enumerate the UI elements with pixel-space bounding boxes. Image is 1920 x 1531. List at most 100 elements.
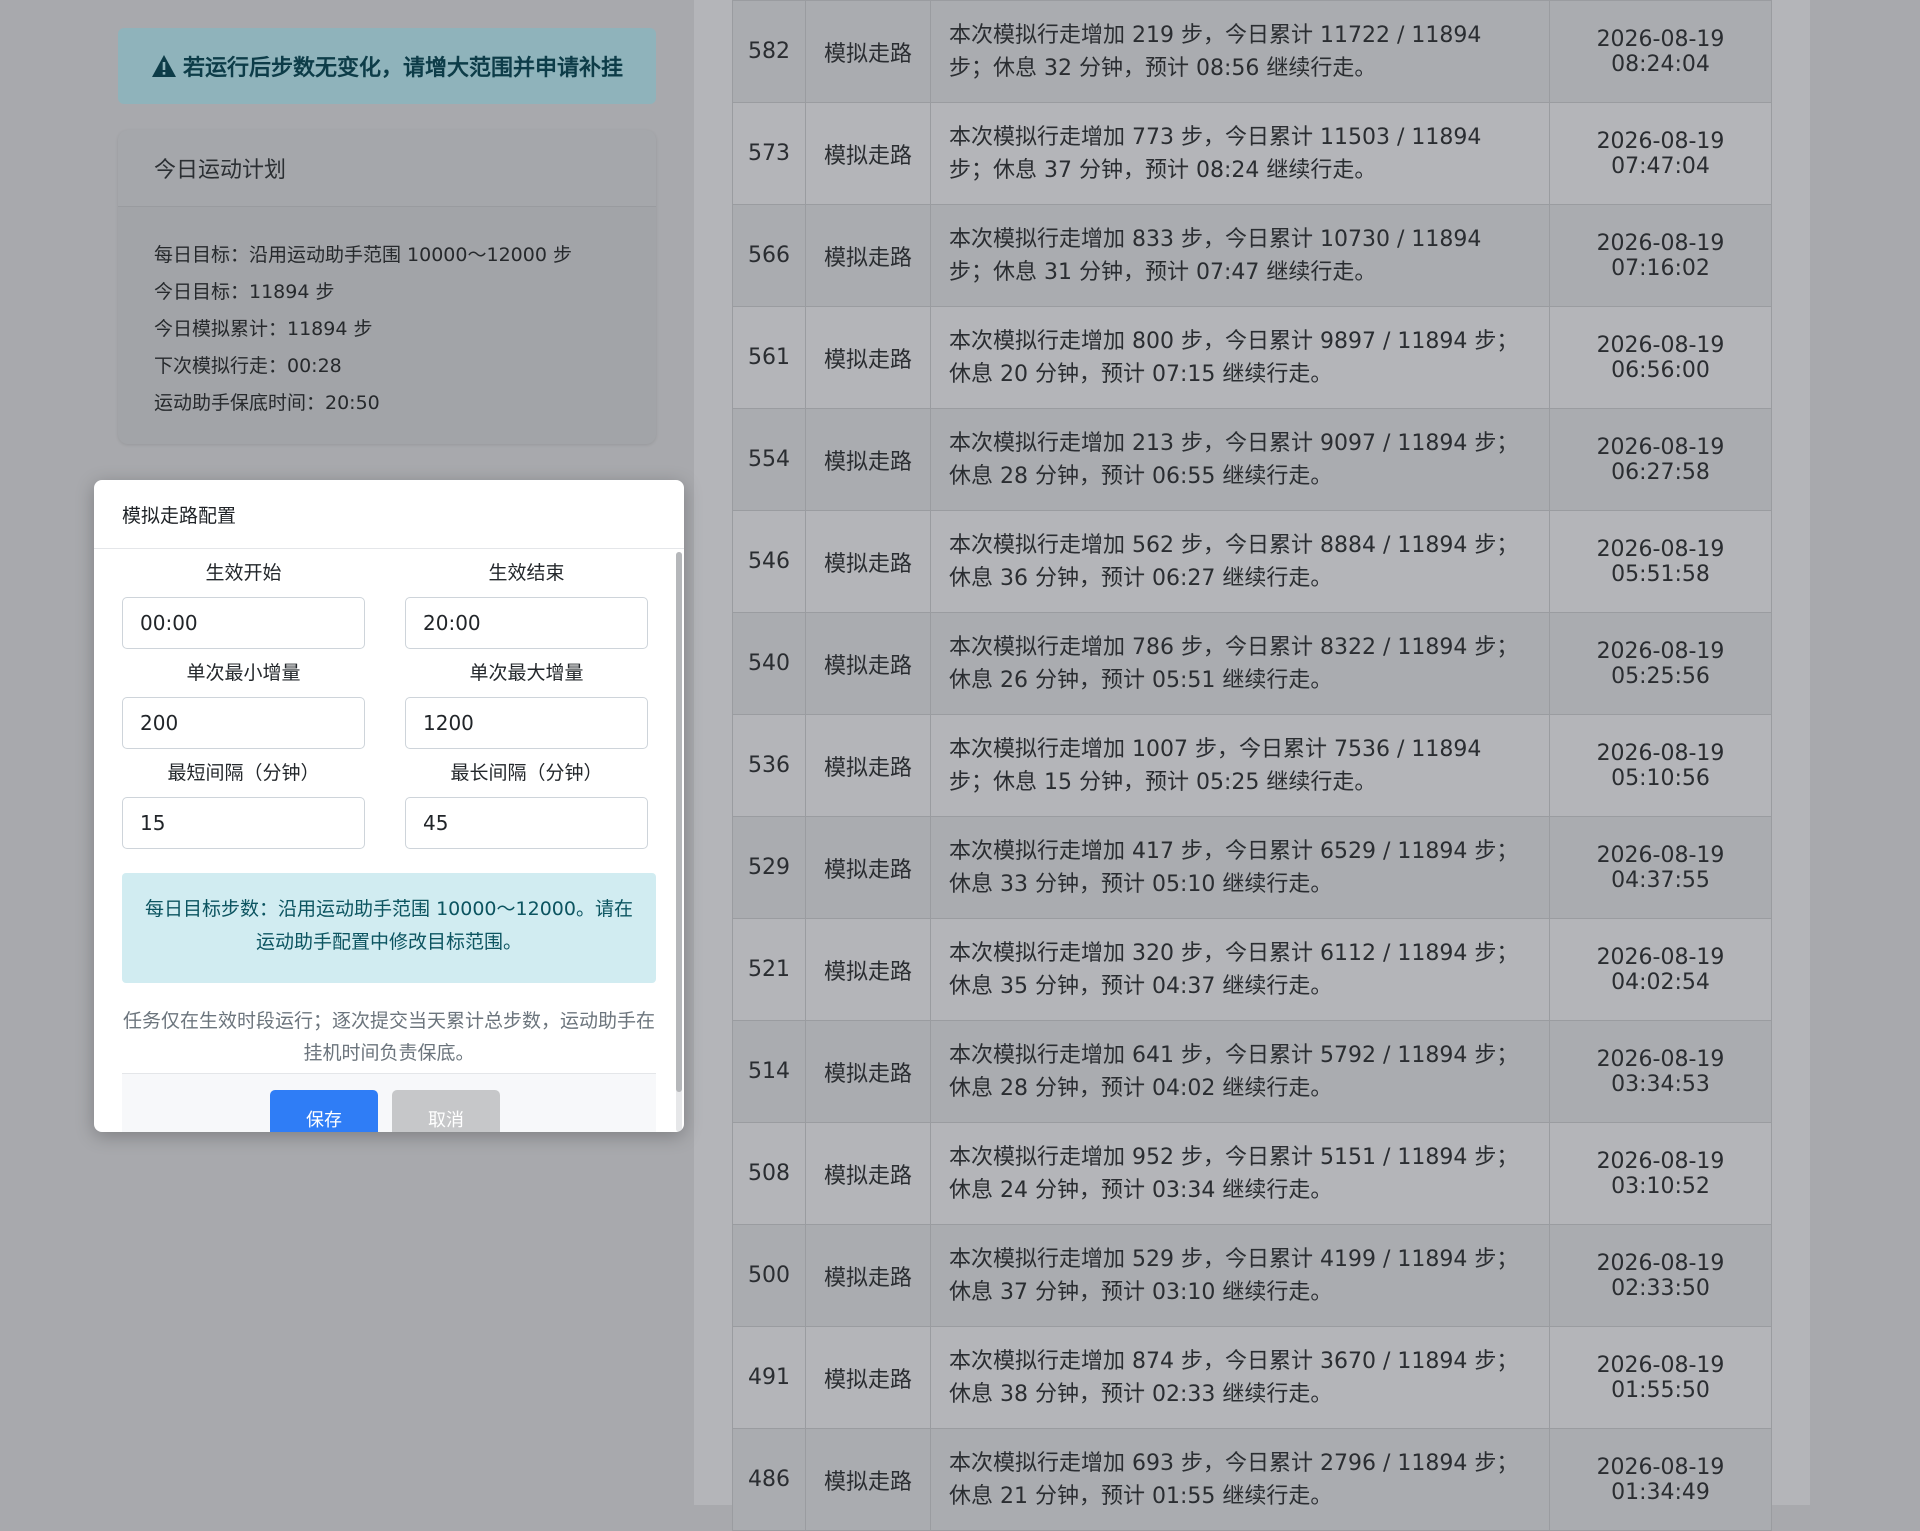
plan-today-total: 今日模拟累计：11894 步 <box>154 318 373 340</box>
table-row: 500 模拟走路 本次模拟行走增加 529 步，今日累计 4199 / 1189… <box>732 1224 1772 1327</box>
cancel-button[interactable]: 取消 <box>392 1090 500 1132</box>
max-increment-label: 单次最大增量 <box>469 662 584 684</box>
row-time: 2026-08-19 02:33:50 <box>1549 1224 1772 1327</box>
row-id: 540 <box>732 612 806 715</box>
row-time: 2026-08-19 07:47:04 <box>1549 102 1772 205</box>
row-id: 546 <box>732 510 806 613</box>
plan-card: 今日运动计划 每日目标：沿用运动助手范围 10000～12000 步 今日目标：… <box>118 130 656 444</box>
row-type: 模拟走路 <box>805 612 931 715</box>
row-type: 模拟走路 <box>805 1224 931 1327</box>
row-desc: 本次模拟行走增加 213 步，今日累计 9097 / 11894 步；休息 28… <box>930 408 1550 511</box>
row-id: 500 <box>732 1224 806 1327</box>
save-button[interactable]: 保存 <box>270 1090 378 1132</box>
row-desc: 本次模拟行走增加 693 步，今日累计 2796 / 11894 步；休息 21… <box>930 1428 1550 1531</box>
modal-scrollbar[interactable] <box>676 552 682 1132</box>
row-type: 模拟走路 <box>805 102 931 205</box>
warning-triangle-icon <box>151 54 177 78</box>
row-time: 2026-08-19 05:25:56 <box>1549 612 1772 715</box>
row-id: 521 <box>732 918 806 1021</box>
min-increment-input[interactable] <box>122 697 365 749</box>
row-time: 2026-08-19 06:27:58 <box>1549 408 1772 511</box>
warning-alert: 若运行后步数无变化，请增大范围并申请补挂 <box>118 28 656 104</box>
table-row: 582 模拟走路 本次模拟行走增加 219 步，今日累计 11722 / 118… <box>732 0 1772 103</box>
row-type: 模拟走路 <box>805 1122 931 1225</box>
row-desc: 本次模拟行走增加 219 步，今日累计 11722 / 11894 步；休息 3… <box>930 0 1550 103</box>
row-time: 2026-08-19 01:34:49 <box>1549 1428 1772 1531</box>
table-row: 486 模拟走路 本次模拟行走增加 693 步，今日累计 2796 / 1189… <box>732 1428 1772 1531</box>
row-time: 2026-08-19 01:55:50 <box>1549 1326 1772 1429</box>
walk-config-modal: 模拟走路配置 生效开始 生效结束 单次最小增量 单次最大增量 最短间隔（分钟） <box>94 480 684 1132</box>
row-id: 561 <box>732 306 806 409</box>
start-time-input[interactable] <box>122 597 365 649</box>
end-time-input[interactable] <box>405 597 648 649</box>
table-row: 508 模拟走路 本次模拟行走增加 952 步，今日累计 5151 / 1189… <box>732 1122 1772 1225</box>
row-id: 566 <box>732 204 806 307</box>
row-type: 模拟走路 <box>805 918 931 1021</box>
row-desc: 本次模拟行走增加 800 步，今日累计 9897 / 11894 步；休息 20… <box>930 306 1550 409</box>
table-row: 536 模拟走路 本次模拟行走增加 1007 步，今日累计 7536 / 118… <box>732 714 1772 817</box>
row-time: 2026-08-19 04:02:54 <box>1549 918 1772 1021</box>
table-row: 491 模拟走路 本次模拟行走增加 874 步，今日累计 3670 / 1189… <box>732 1326 1772 1429</box>
row-time: 2026-08-19 05:51:58 <box>1549 510 1772 613</box>
alert-text: 若运行后步数无变化，请增大范围并申请补挂 <box>182 56 623 81</box>
row-desc: 本次模拟行走增加 773 步，今日累计 11503 / 11894 步；休息 3… <box>930 102 1550 205</box>
row-id: 508 <box>732 1122 806 1225</box>
config-hint: 任务仅在生效时段运行；逐次提交当天累计总步数，运动助手在挂机时间负责保底。 <box>122 1010 655 1064</box>
plan-body: 每日目标：沿用运动助手范围 10000～12000 步 今日目标：11894 步… <box>118 207 656 444</box>
config-form: 生效开始 生效结束 单次最小增量 单次最大增量 最短间隔（分钟） 最长间隔（分钟… <box>122 549 656 849</box>
table-row: 554 模拟走路 本次模拟行走增加 213 步，今日累计 9097 / 1189… <box>732 408 1772 511</box>
row-desc: 本次模拟行走增加 952 步，今日累计 5151 / 11894 步；休息 24… <box>930 1122 1550 1225</box>
end-time-label: 生效结束 <box>488 562 565 584</box>
row-type: 模拟走路 <box>805 1020 931 1123</box>
max-interval-label: 最长间隔（分钟） <box>450 762 603 784</box>
row-time: 2026-08-19 05:10:56 <box>1549 714 1772 817</box>
row-time: 2026-08-19 03:34:53 <box>1549 1020 1772 1123</box>
table-row: 566 模拟走路 本次模拟行走增加 833 步，今日累计 10730 / 118… <box>732 204 1772 307</box>
row-time: 2026-08-19 07:16:02 <box>1549 204 1772 307</box>
row-type: 模拟走路 <box>805 816 931 919</box>
row-type: 模拟走路 <box>805 204 931 307</box>
row-desc: 本次模拟行走增加 320 步，今日累计 6112 / 11894 步；休息 35… <box>930 918 1550 1021</box>
table-row: 546 模拟走路 本次模拟行走增加 562 步，今日累计 8884 / 1189… <box>732 510 1772 613</box>
row-desc: 本次模拟行走增加 562 步，今日累计 8884 / 11894 步；休息 36… <box>930 510 1550 613</box>
start-time-label: 生效开始 <box>205 562 282 584</box>
row-id: 491 <box>732 1326 806 1429</box>
modal-scrollbar-thumb[interactable] <box>676 552 682 1092</box>
table-row: 573 模拟走路 本次模拟行走增加 773 步，今日累计 11503 / 118… <box>732 102 1772 205</box>
plan-guarantee-time: 运动助手保底时间：20:50 <box>154 392 380 414</box>
log-table-panel: 582 模拟走路 本次模拟行走增加 219 步，今日累计 11722 / 118… <box>694 0 1810 1531</box>
row-id: 529 <box>732 816 806 919</box>
row-type: 模拟走路 <box>805 1428 931 1531</box>
row-id: 536 <box>732 714 806 817</box>
min-interval-input[interactable] <box>122 797 365 849</box>
row-type: 模拟走路 <box>805 408 931 511</box>
row-desc: 本次模拟行走增加 874 步，今日累计 3670 / 11894 步；休息 38… <box>930 1326 1550 1429</box>
row-type: 模拟走路 <box>805 714 931 817</box>
row-id: 582 <box>732 0 806 103</box>
row-desc: 本次模拟行走增加 1007 步，今日累计 7536 / 11894 步；休息 1… <box>930 714 1550 817</box>
row-type: 模拟走路 <box>805 1326 931 1429</box>
row-desc: 本次模拟行走增加 786 步，今日累计 8322 / 11894 步；休息 26… <box>930 612 1550 715</box>
row-type: 模拟走路 <box>805 306 931 409</box>
row-id: 573 <box>732 102 806 205</box>
row-time: 2026-08-19 04:37:55 <box>1549 816 1772 919</box>
row-id: 486 <box>732 1428 806 1531</box>
modal-title: 模拟走路配置 <box>94 480 684 549</box>
plan-title: 今日运动计划 <box>118 130 656 207</box>
table-row: 540 模拟走路 本次模拟行走增加 786 步，今日累计 8322 / 1189… <box>732 612 1772 715</box>
row-id: 514 <box>732 1020 806 1123</box>
row-time: 2026-08-19 03:10:52 <box>1549 1122 1772 1225</box>
table-row: 514 模拟走路 本次模拟行走增加 641 步，今日累计 5792 / 1189… <box>732 1020 1772 1123</box>
min-interval-label: 最短间隔（分钟） <box>167 762 320 784</box>
min-increment-label: 单次最小增量 <box>186 662 301 684</box>
row-desc: 本次模拟行走增加 833 步，今日累计 10730 / 11894 步；休息 3… <box>930 204 1550 307</box>
goal-info-box: 每日目标步数：沿用运动助手范围 10000～12000。请在运动助手配置中修改目… <box>122 873 656 983</box>
row-type: 模拟走路 <box>805 0 931 103</box>
max-increment-input[interactable] <box>405 697 648 749</box>
plan-today-goal: 今日目标：11894 步 <box>154 281 335 303</box>
max-interval-input[interactable] <box>405 797 648 849</box>
plan-next-walk: 下次模拟行走：00:28 <box>154 355 342 377</box>
table-row: 521 模拟走路 本次模拟行走增加 320 步，今日累计 6112 / 1189… <box>732 918 1772 1021</box>
row-id: 554 <box>732 408 806 511</box>
log-table: 582 模拟走路 本次模拟行走增加 219 步，今日累计 11722 / 118… <box>732 0 1772 1531</box>
